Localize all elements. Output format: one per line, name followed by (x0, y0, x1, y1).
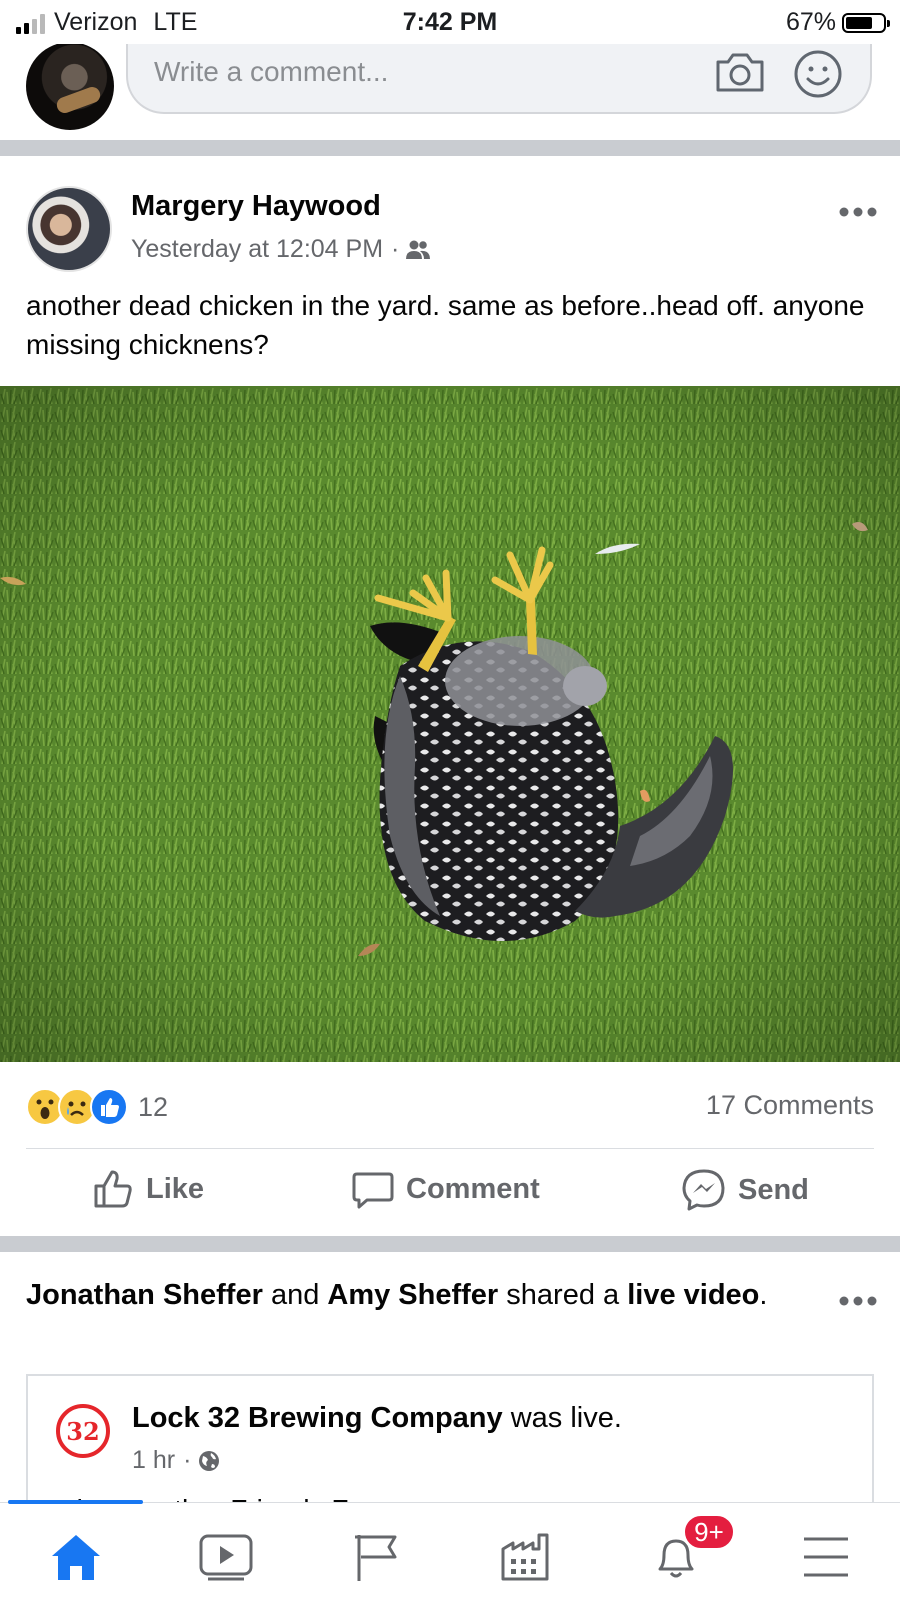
actor-link-2[interactable]: Amy Sheffer (327, 1279, 498, 1311)
my-avatar[interactable] (26, 42, 114, 130)
status-bar: Verizon LTE 7:42 PM 67% (0, 0, 900, 44)
shared-post-header: Jonathan Sheffer and Amy Sheffer shared … (26, 1276, 806, 1314)
reaction-count: 12 (138, 1091, 169, 1122)
battery-percent: 67% (785, 8, 836, 36)
lock32-logo[interactable]: 32 (56, 1404, 110, 1458)
reaction-summary[interactable]: 12 (26, 1088, 168, 1126)
active-tab-indicator (8, 1500, 143, 1504)
shared-live-card[interactable]: 32 Lock 32 Brewing Company was live. 1 h… (26, 1374, 874, 1516)
tab-menu[interactable] (796, 1529, 856, 1585)
live-video-link[interactable]: live video (627, 1279, 759, 1311)
logo-text: 32 (66, 1416, 100, 1446)
feed-divider (0, 140, 900, 156)
card-title: Lock 32 Brewing Company was live. (132, 1402, 622, 1435)
shared-a-text: shared a (506, 1279, 620, 1311)
friends-icon (406, 240, 431, 259)
dead-chicken-on-grass-image (0, 386, 900, 1062)
post-author[interactable]: Margery Haywood (131, 190, 381, 223)
page-name-link[interactable]: Lock 32 Brewing Company (132, 1402, 503, 1434)
author-avatar[interactable] (26, 186, 112, 272)
post-more-icon[interactable] (838, 206, 878, 218)
watch-video-icon (199, 1534, 253, 1581)
globe-icon (199, 1450, 220, 1471)
comment-icon (352, 1172, 394, 1209)
like-label: Like (146, 1172, 205, 1205)
comment-button[interactable]: Comment (352, 1168, 540, 1210)
post-meta: Yesterday at 12:04 PM · (131, 235, 431, 264)
emoji-icon[interactable] (792, 48, 844, 100)
tab-home[interactable] (46, 1529, 106, 1585)
tab-watch[interactable] (196, 1529, 256, 1585)
marketplace-icon (501, 1533, 549, 1581)
meta-separator: · (391, 235, 400, 263)
was-live-text: was live. (510, 1402, 622, 1434)
card-meta: 1 hr · (132, 1446, 221, 1475)
and-text: and (270, 1279, 320, 1311)
status-right: 67% (785, 8, 890, 37)
feed-divider-2 (0, 1236, 900, 1252)
comment-label: Comment (406, 1172, 540, 1205)
bottom-tab-bar: 9+ (0, 1500, 900, 1601)
camera-icon[interactable] (714, 48, 766, 96)
home-icon (52, 1535, 100, 1580)
comment-input[interactable]: Write a comment... (126, 44, 872, 114)
period: . (759, 1279, 768, 1311)
like-button[interactable]: Like (92, 1168, 204, 1210)
comment-placeholder: Write a comment... (154, 56, 389, 87)
hamburger-menu-icon (804, 1537, 848, 1577)
status-time: 7:42 PM (402, 8, 498, 36)
tab-pages[interactable] (346, 1529, 406, 1585)
post-timestamp[interactable]: Yesterday at 12:04 PM (131, 235, 383, 264)
send-label: Send (738, 1173, 809, 1206)
battery-icon (842, 12, 890, 33)
like-icon (94, 1170, 132, 1208)
post-text: another dead chicken in the yard. same a… (26, 290, 865, 360)
tab-marketplace[interactable] (496, 1529, 556, 1585)
shared-post-more-icon[interactable] (838, 1295, 878, 1307)
messenger-icon (682, 1169, 725, 1211)
comments-count[interactable]: 17 Comments (706, 1090, 874, 1121)
comment-composer: Write a comment... (0, 42, 900, 140)
card-time[interactable]: 1 hr (132, 1446, 175, 1475)
actor-link-1[interactable]: Jonathan Sheffer (26, 1279, 263, 1311)
notifications-badge: 9+ (682, 1513, 736, 1551)
pages-flag-icon (355, 1535, 397, 1581)
actions-divider (26, 1148, 874, 1149)
send-button[interactable]: Send (682, 1168, 809, 1212)
like-reaction-icon (90, 1088, 128, 1126)
card-separator: · (183, 1446, 192, 1474)
post-photo[interactable] (0, 386, 900, 1062)
